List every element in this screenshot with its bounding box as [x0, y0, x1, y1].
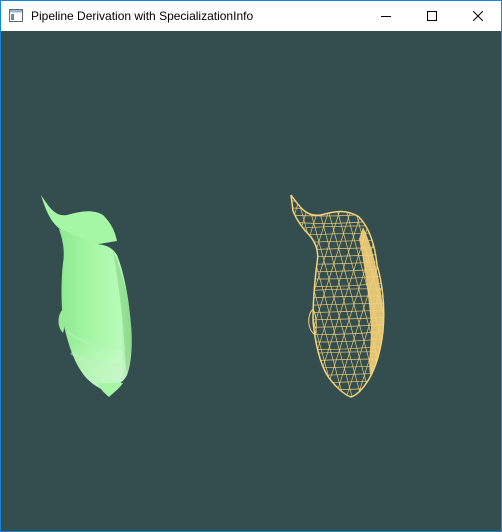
maximize-icon [427, 11, 437, 21]
minimize-icon [381, 16, 391, 17]
close-icon [473, 11, 483, 21]
maximize-button[interactable] [409, 1, 455, 31]
render-viewport[interactable] [1, 31, 501, 531]
application-window: Pipeline Derivation with SpecializationI… [0, 0, 502, 532]
minimize-button[interactable] [363, 1, 409, 31]
app-icon [9, 9, 23, 22]
window-title: Pipeline Derivation with SpecializationI… [31, 9, 254, 23]
render-surface [1, 31, 501, 531]
title-bar[interactable]: Pipeline Derivation with SpecializationI… [1, 1, 501, 31]
close-button[interactable] [455, 1, 501, 31]
